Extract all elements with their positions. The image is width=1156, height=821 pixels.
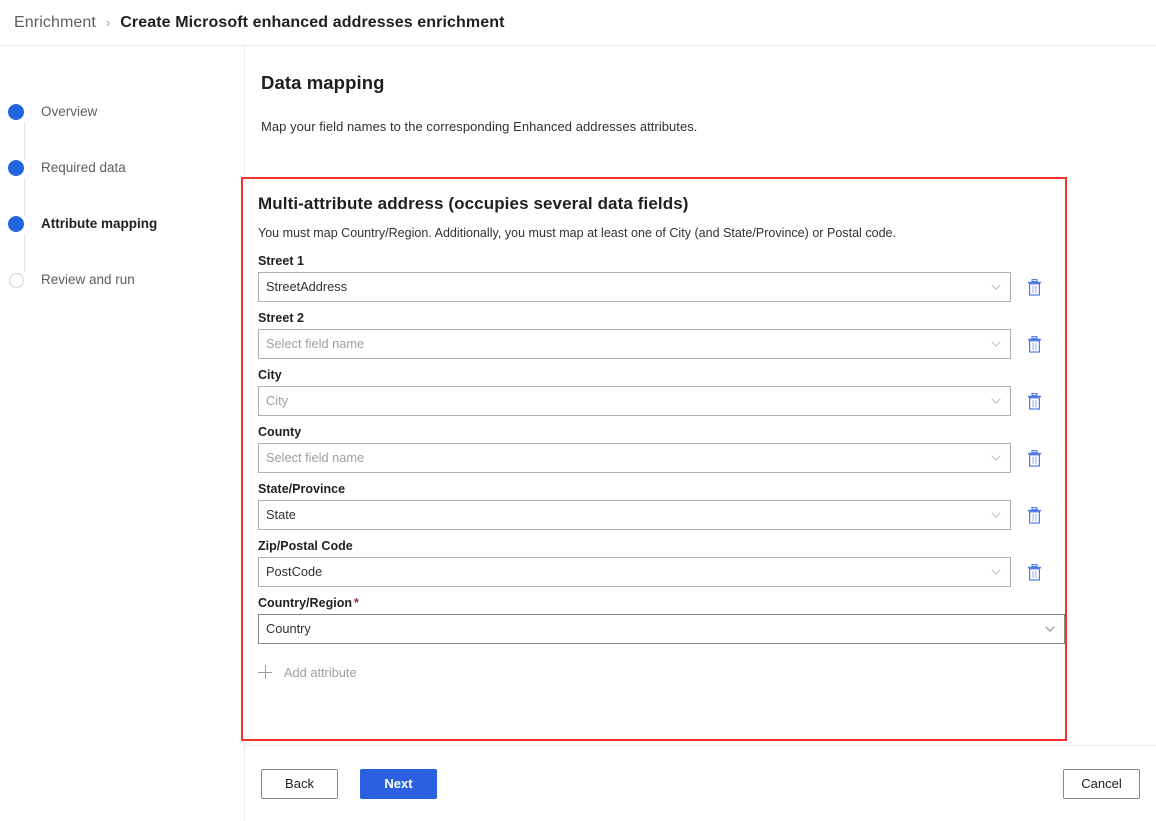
field-row-zip-postal-code: Zip/Postal Code PostCode xyxy=(258,539,1065,587)
field-label: Zip/Postal Code xyxy=(258,539,1065,553)
sidebar-item-overview[interactable]: Overview xyxy=(0,103,244,159)
plus-icon xyxy=(258,665,272,679)
field-label: Street 1 xyxy=(258,254,1065,268)
wizard-footer: Back Next Cancel xyxy=(245,745,1156,821)
county-value: Select field name xyxy=(266,444,990,472)
field-label-text: Country/Region xyxy=(258,596,352,610)
check-icon xyxy=(8,235,18,245)
trash-icon xyxy=(1027,450,1042,467)
field-mapping-list: Street 1 StreetAddress xyxy=(258,254,1065,644)
breadcrumb-chevron-icon: › xyxy=(106,15,110,30)
sidebar-item-attribute-mapping[interactable]: Attribute mapping xyxy=(0,215,244,271)
field-row-state-province: State/Province State xyxy=(258,482,1065,530)
cancel-button[interactable]: Cancel xyxy=(1063,769,1140,799)
zip-postal-code-value: PostCode xyxy=(266,558,990,586)
attribute-mapping-highlight-box: Multi-attribute address (occupies severa… xyxy=(241,177,1067,741)
sidebar-item-label: Attribute mapping xyxy=(41,215,157,232)
trash-icon xyxy=(1027,564,1042,581)
page-title: Data mapping xyxy=(261,72,1156,94)
state-province-value: State xyxy=(266,501,990,529)
sidebar-item-label: Overview xyxy=(41,103,97,120)
street-1-dropdown[interactable]: StreetAddress xyxy=(258,272,1011,302)
step-marker-review-and-run xyxy=(8,272,24,288)
field-label: Street 2 xyxy=(258,311,1065,325)
field-row-street-2: Street 2 Select field name xyxy=(258,311,1065,359)
required-asterisk: * xyxy=(354,596,359,610)
chevron-down-icon xyxy=(990,509,1002,521)
section-description: You must map Country/Region. Additionall… xyxy=(258,226,1065,240)
add-attribute-button[interactable]: Add attribute xyxy=(258,660,1065,684)
page-body: Overview Required data Attribute mapping xyxy=(0,46,1156,821)
step-marker-overview xyxy=(8,104,24,120)
street-2-dropdown[interactable]: Select field name xyxy=(258,329,1011,359)
field-control: StreetAddress xyxy=(258,272,1065,302)
chevron-down-icon xyxy=(990,566,1002,578)
trash-icon xyxy=(1027,507,1042,524)
street-2-value: Select field name xyxy=(266,330,990,358)
field-control: Select field name xyxy=(258,443,1065,473)
field-label: State/Province xyxy=(258,482,1065,496)
field-label: County xyxy=(258,425,1065,439)
sidebar-item-label: Required data xyxy=(41,159,126,176)
field-control: State xyxy=(258,500,1065,530)
delete-zip-postal-code-button[interactable] xyxy=(1019,557,1049,587)
field-label: City xyxy=(258,368,1065,382)
field-row-country-region: Country/Region* Country xyxy=(258,596,1065,644)
delete-street-2-button[interactable] xyxy=(1019,329,1049,359)
breadcrumb: Enrichment › Create Microsoft enhanced a… xyxy=(0,0,1156,46)
city-dropdown[interactable]: City xyxy=(258,386,1011,416)
chevron-down-icon xyxy=(990,452,1002,464)
check-icon xyxy=(8,123,18,133)
breadcrumb-current: Create Microsoft enhanced addresses enri… xyxy=(120,14,504,32)
field-control: Country xyxy=(258,614,1065,644)
delete-street-1-button[interactable] xyxy=(1019,272,1049,302)
step-connector xyxy=(24,178,25,216)
wizard-step-rail: Overview Required data Attribute mapping xyxy=(0,46,245,821)
breadcrumb-parent-link[interactable]: Enrichment xyxy=(14,14,96,32)
sidebar-item-label: Review and run xyxy=(41,271,135,288)
chevron-down-icon xyxy=(990,338,1002,350)
delete-county-button[interactable] xyxy=(1019,443,1049,473)
step-connector xyxy=(24,122,25,160)
page-subtitle: Map your field names to the correspondin… xyxy=(261,119,1156,134)
delete-city-button[interactable] xyxy=(1019,386,1049,416)
next-button[interactable]: Next xyxy=(360,769,437,799)
trash-icon xyxy=(1027,393,1042,410)
field-row-street-1: Street 1 StreetAddress xyxy=(258,254,1065,302)
step-marker-required-data xyxy=(8,160,24,176)
add-attribute-label: Add attribute xyxy=(284,665,357,680)
sidebar-item-required-data[interactable]: Required data xyxy=(0,159,244,215)
field-control: Select field name xyxy=(258,329,1065,359)
field-control: PostCode xyxy=(258,557,1065,587)
street-1-value: StreetAddress xyxy=(266,273,990,301)
trash-icon xyxy=(1027,279,1042,296)
empty-circle-icon xyxy=(9,273,24,288)
check-circle-icon xyxy=(8,160,24,176)
delete-state-province-button[interactable] xyxy=(1019,500,1049,530)
check-circle-icon xyxy=(8,104,24,120)
field-row-county: County Select field name xyxy=(258,425,1065,473)
main-panel: Data mapping Map your field names to the… xyxy=(245,46,1156,821)
country-region-dropdown[interactable]: Country xyxy=(258,614,1065,644)
country-region-value: Country xyxy=(266,615,1044,643)
check-icon xyxy=(8,179,18,189)
section-title: Multi-attribute address (occupies severa… xyxy=(258,194,1065,214)
step-marker-attribute-mapping xyxy=(8,216,24,232)
county-dropdown[interactable]: Select field name xyxy=(258,443,1011,473)
trash-icon xyxy=(1027,336,1042,353)
sidebar-item-review-and-run[interactable]: Review and run xyxy=(0,271,244,327)
chevron-down-icon xyxy=(1044,623,1056,635)
main-content: Data mapping Map your field names to the… xyxy=(245,46,1156,745)
step-connector xyxy=(24,234,25,272)
zip-postal-code-dropdown[interactable]: PostCode xyxy=(258,557,1011,587)
back-button[interactable]: Back xyxy=(261,769,338,799)
city-value: City xyxy=(266,387,990,415)
field-label: Country/Region* xyxy=(258,596,1065,610)
field-row-city: City City xyxy=(258,368,1065,416)
chevron-down-icon xyxy=(990,395,1002,407)
chevron-down-icon xyxy=(990,281,1002,293)
state-province-dropdown[interactable]: State xyxy=(258,500,1011,530)
check-circle-icon xyxy=(8,216,24,232)
field-control: City xyxy=(258,386,1065,416)
